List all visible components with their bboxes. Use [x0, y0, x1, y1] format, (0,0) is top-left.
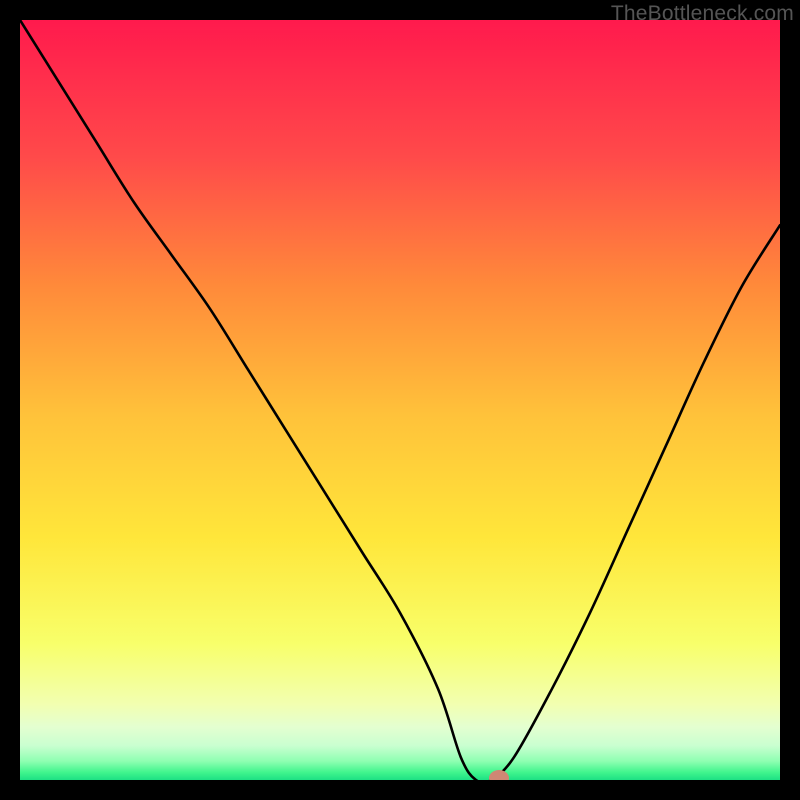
- bottleneck-curve: [20, 20, 780, 780]
- watermark-text: TheBottleneck.com: [611, 2, 794, 26]
- plot-area: [20, 20, 780, 780]
- chart-container: TheBottleneck.com: [0, 0, 800, 800]
- optimal-point-marker: [489, 770, 509, 780]
